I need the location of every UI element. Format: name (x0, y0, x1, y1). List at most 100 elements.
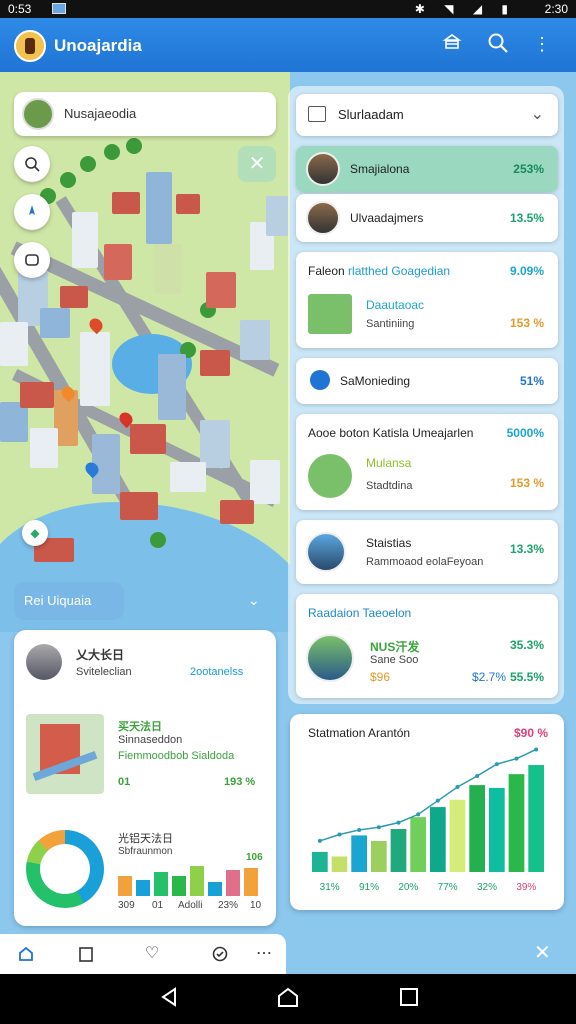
user-search-icon[interactable] (14, 146, 50, 182)
bar-chart: 31% 91% 20% 77% 32% 39% (311, 747, 545, 893)
list-block[interactable]: Aooe boton Katisla Umeajarlen 5000% Mula… (296, 414, 558, 510)
chart-category-label: 77% (438, 882, 458, 893)
close-icon[interactable]: ✕ (534, 940, 551, 965)
map-building (220, 500, 254, 524)
chart-trend-point (396, 820, 401, 825)
park-thumbnail (308, 294, 352, 334)
map-building (146, 172, 172, 244)
chevron-down-icon: ⌄ (530, 106, 544, 123)
row-name: Staistias (366, 536, 412, 550)
map-building (206, 272, 236, 308)
item3-subtitle: Sbfraunmon (118, 846, 173, 857)
left-summary-card: 乂大长日 Sviteleclian 2ootanelss 买天法日 Sinnas… (14, 630, 276, 926)
map-building (130, 424, 166, 454)
status-bar: 0:53 ✱ ◥ ◢ ▮ 2:30 (0, 0, 576, 18)
map-building (40, 308, 70, 338)
home-system-icon[interactable] (276, 986, 300, 1014)
status-icons: ✱ ◥ ◢ ▮ (414, 2, 516, 16)
location-marker-icon[interactable]: ◆ (22, 520, 48, 546)
map-building (112, 192, 140, 214)
map-icon[interactable] (208, 942, 232, 966)
chart-trend-point (337, 832, 342, 837)
map-location-search[interactable]: Nusajaeodia (14, 92, 276, 136)
search-icon[interactable] (486, 32, 510, 56)
map-building (104, 244, 132, 280)
app-title: Unoajardia (54, 36, 142, 55)
mini-bar-label: Adolli (178, 900, 203, 911)
map-building (154, 244, 182, 294)
item2-left-value: 01 (118, 776, 131, 788)
avatar (306, 201, 340, 235)
chart-trend-point (534, 747, 539, 752)
block-heading-value: 9.09% (509, 264, 544, 278)
block-heading-text: Faleon (308, 264, 349, 278)
map-building (60, 286, 88, 308)
row-value: 13.5% (509, 211, 544, 225)
chart-trend-point (494, 762, 499, 767)
block-title: Mulansa (366, 456, 412, 470)
bookmark-icon[interactable] (74, 942, 98, 966)
home-icon[interactable] (14, 942, 38, 966)
mini-bar (208, 882, 222, 896)
chart-category-label: 20% (398, 882, 418, 893)
chart-bar (449, 799, 466, 872)
row-name: Ulvaadajmers (350, 211, 424, 225)
mini-bar (226, 870, 240, 896)
category-dropdown[interactable]: Slurlaadam ⌄ (296, 94, 558, 136)
section-chip[interactable]: Rei Uiquaia (14, 582, 124, 620)
compass-icon[interactable] (14, 194, 50, 230)
layers-icon[interactable] (14, 242, 50, 278)
chart-category-label: 32% (477, 882, 497, 893)
recents-icon[interactable] (398, 986, 420, 1014)
list-item[interactable]: SaMonieding 51% (296, 358, 558, 404)
map-building (120, 492, 158, 520)
map-tree (104, 144, 120, 160)
map-building (30, 428, 58, 468)
block-title: Daautaoac (366, 298, 425, 312)
bottom-navigation: ♡ ⋯ (0, 934, 286, 974)
shield-icon (310, 370, 330, 390)
block-heading: Faleon rlatthed Goagedian (308, 264, 450, 278)
map-close-icon[interactable]: ✕ (238, 146, 276, 182)
item3-title: 光铝天法日 (118, 833, 173, 845)
row-subtitle: Rammoaod eolaFeyoan (366, 556, 484, 568)
chart-bar (370, 840, 387, 872)
item-thumbnail (26, 644, 62, 680)
list-block[interactable]: Faleon rlatthed Goagedian 9.09% Daautaoa… (296, 252, 558, 348)
chart-category-label: 39% (516, 882, 536, 893)
map-building (80, 332, 110, 406)
row-value: 253% (513, 162, 544, 176)
back-icon[interactable] (158, 986, 180, 1014)
map-tree (150, 532, 166, 548)
bank-icon[interactable] (440, 32, 464, 56)
block-subtitle: Stadtdina (366, 480, 413, 492)
list-item[interactable]: Ulvaadajmers 13.5% (296, 194, 558, 242)
more-icon[interactable]: ⋯ (252, 942, 276, 966)
block-value: 35.3% (509, 638, 544, 652)
more-vert-icon[interactable]: ⋮ (530, 32, 554, 56)
mini-bar (118, 876, 132, 896)
list-item[interactable]: Smajialona 253% (296, 146, 558, 192)
block-value: 153 % (509, 316, 544, 330)
map-building (72, 212, 98, 268)
chart-trend-point (317, 838, 322, 843)
chart-trend-point (514, 756, 519, 761)
block-subtitle: Sane Soo (370, 654, 419, 666)
dropdown-label: Slurlaadam (338, 107, 404, 122)
chart-bar (488, 787, 505, 872)
map-building (266, 196, 288, 236)
chart-trend-point (435, 798, 440, 803)
chevron-down-icon[interactable]: ⌄ (248, 592, 260, 609)
map-search-label: Nusajaeodia (64, 106, 137, 121)
row-value: 13.3% (509, 542, 544, 556)
list-item[interactable]: Staistias Rammoaod eolaFeyoan 13.3% (296, 520, 558, 584)
heart-icon[interactable]: ♡ (140, 942, 164, 966)
park-thumbnail (308, 454, 352, 498)
chart-trend-point (416, 812, 421, 817)
list-block[interactable]: Raadaion Taeoelon NUS汗发 Sane Soo $96 $2.… (296, 594, 558, 698)
mini-bar (154, 872, 168, 896)
chart-bar (469, 785, 486, 872)
block-subtitle: Santiniing (366, 318, 415, 330)
mini-bar-label: 23% (218, 900, 239, 911)
map-building (170, 462, 206, 492)
